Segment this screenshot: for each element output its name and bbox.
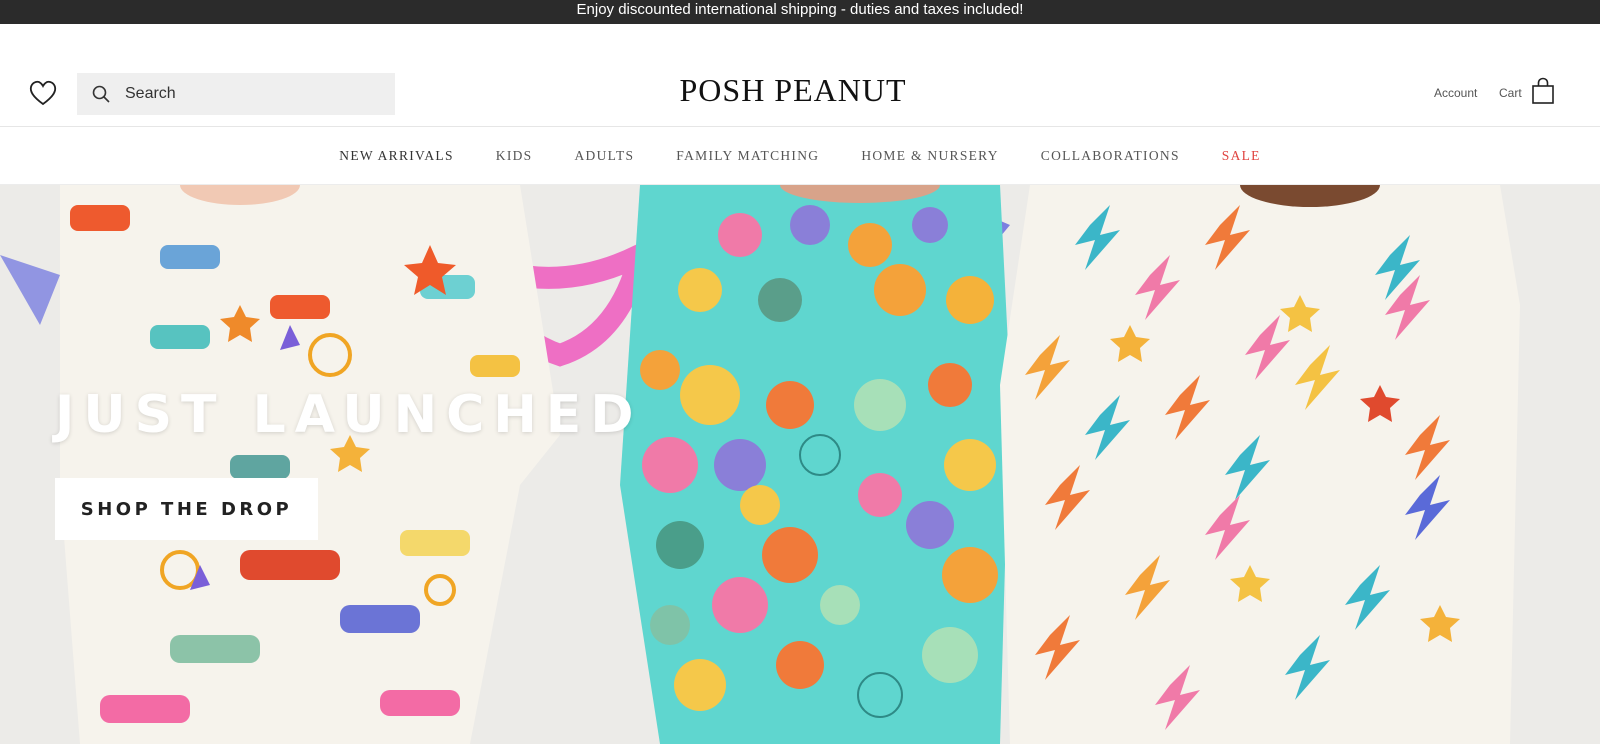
- hero-image: [0, 185, 1600, 744]
- search-icon: [92, 85, 110, 103]
- account-link[interactable]: Account: [1434, 86, 1477, 100]
- nav-collaborations[interactable]: COLLABORATIONS: [1041, 148, 1180, 164]
- nav-family-matching[interactable]: FAMILY MATCHING: [676, 148, 819, 164]
- heart-icon[interactable]: [28, 78, 58, 108]
- site-logo[interactable]: POSH PEANUT: [640, 72, 946, 109]
- hero-banner[interactable]: JUST LAUNCHED SHOP THE DROP: [0, 185, 1600, 744]
- nav-adults[interactable]: ADULTS: [574, 148, 634, 164]
- nav-kids[interactable]: KIDS: [496, 148, 533, 164]
- search-input[interactable]: [125, 85, 395, 103]
- nav-new-arrivals[interactable]: NEW ARRIVALS: [339, 148, 454, 164]
- promo-bar: Enjoy discounted international shipping …: [0, 0, 1600, 24]
- nav-home-nursery[interactable]: HOME & NURSERY: [861, 148, 998, 164]
- search-bar[interactable]: [77, 73, 395, 115]
- main-nav: NEW ARRIVALS KIDS ADULTS FAMILY MATCHING…: [0, 127, 1600, 185]
- nav-sale[interactable]: SALE: [1222, 148, 1261, 164]
- cart-link[interactable]: Cart: [1499, 86, 1522, 100]
- hero-title: JUST LAUNCHED: [55, 385, 643, 445]
- shop-the-drop-button[interactable]: SHOP THE DROP: [55, 478, 318, 540]
- site-header: POSH PEANUT Account Cart: [0, 24, 1600, 127]
- promo-text: Enjoy discounted international shipping …: [576, 1, 1024, 18]
- shopping-bag-icon[interactable]: [1531, 77, 1555, 105]
